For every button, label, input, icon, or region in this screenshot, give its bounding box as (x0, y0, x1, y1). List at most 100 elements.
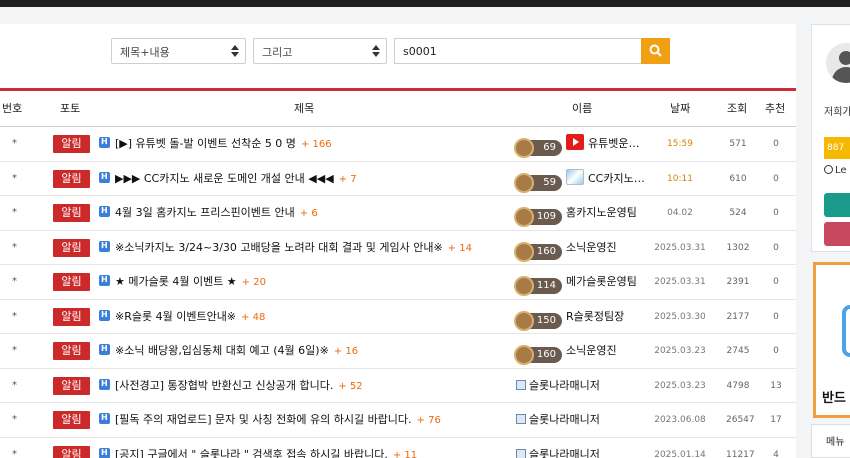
post-title-link[interactable]: ※R슬롯 4월 이벤트안내※ + 48 (99, 298, 265, 334)
board-panel: 제목+내용 그리고 번호 포토 제목 이름 날짜 조회 추천 * 알림 [▶] 유튜… (0, 24, 796, 458)
post-date: 2025.03.23 (654, 380, 706, 391)
post-title: ※소닉 배당왕,입심동체 대회 예고 (4월 6일)※ (115, 344, 329, 357)
post-date: 2025.03.23 (654, 346, 706, 356)
table-body: * 알림 [▶] 유튜벳 돌-발 이벤트 선착순 5 0 명 + 166 69 유튜벳운…… (0, 125, 796, 458)
level-number: 150 (536, 314, 556, 326)
table-row[interactable]: * 알림 ※R슬롯 4월 이벤트안내※ + 48 150 R슬롯정팀장 2025.03.30… (0, 298, 796, 334)
author-link[interactable]: 슬롯나라매니저 (516, 403, 600, 437)
table-row[interactable]: * 알림 [사전경고] 통장협박 반환신고 신상공개 합니다. + 52 슬롯나라매니저… (0, 367, 796, 403)
member-avatar-icon (566, 168, 584, 185)
view-count: 26547 (726, 415, 755, 425)
post-number: * (12, 241, 17, 253)
notice-badge: 알림 (53, 342, 90, 360)
search-bar: 제목+내용 그리고 (0, 24, 796, 78)
level-number: 114 (536, 280, 556, 291)
post-date: 15:59 (667, 139, 693, 149)
author-link[interactable]: 69 유튜벳운… (514, 127, 639, 161)
post-title-link[interactable]: [▶] 유튜벳 돌-발 이벤트 선착순 5 0 명 + 166 (99, 125, 332, 161)
post-title: ※소닉카지노 3/24~3/30 고배당을 노려라 대회 결과 및 게임사 안내… (115, 240, 443, 254)
post-number: * (12, 414, 17, 425)
view-count: 524 (729, 208, 747, 218)
header-views: 조회 (727, 102, 748, 115)
author-name: 소닉운영진 (566, 344, 617, 357)
search-field-select[interactable]: 제목+내용 (111, 38, 246, 64)
notice-badge: 알림 (53, 376, 90, 395)
level-gem-icon (514, 138, 534, 158)
post-date: 10:11 (667, 173, 693, 184)
view-count: 610 (729, 173, 747, 184)
view-count: 11217 (726, 449, 755, 458)
author-link[interactable]: 109 홈카지노운영팀 (514, 196, 637, 230)
post-date: 2025.01.14 (654, 449, 706, 458)
ad-banner[interactable]: 반드 (813, 262, 850, 418)
level-badge: 69 (514, 138, 562, 158)
author-link[interactable]: 160 소닉운영진 (514, 334, 617, 368)
level-number: 69 (543, 142, 556, 153)
author-link[interactable]: 114 메가슬롯운영팀 (514, 265, 637, 299)
level-gem-icon (514, 207, 534, 227)
comment-count: + 76 (416, 415, 441, 426)
image-icon (516, 379, 526, 390)
image-icon (516, 414, 526, 424)
post-title-link[interactable]: ※소닉카지노 3/24~3/30 고배당을 노려라 대회 결과 및 게임사 안내… (99, 229, 472, 265)
register-button[interactable] (824, 222, 850, 246)
search-input[interactable] (394, 38, 642, 64)
post-date: 2023.06.08 (654, 415, 706, 425)
author-name: 소닉운영진 (566, 240, 617, 254)
table-row[interactable]: * 알림 [필독 주의 재업로드] 문자 및 사칭 전화에 유의 하시길 바랍니다.… (0, 401, 796, 438)
post-title-link[interactable]: ★ 메가슬롯 4월 이벤트 ★ + 20 (99, 263, 266, 299)
post-title-link[interactable]: [사전경고] 통장협박 반환신고 신상공개 합니다. + 52 (99, 367, 363, 403)
top-bar (0, 0, 850, 7)
recommend-count: 4 (773, 449, 779, 458)
table-row[interactable]: * 알림 ※소닉카지노 3/24~3/30 고배당을 노려라 대회 결과 및 게임사… (0, 229, 796, 265)
level-gem-icon (514, 172, 534, 193)
author-name: 슬롯나라매니저 (529, 378, 600, 392)
level-badge: 160 (514, 241, 562, 262)
table-row[interactable]: * 알림 [▶] 유튜벳 돌-발 이벤트 선착순 5 0 명 + 166 69 유튜벳운…… (0, 125, 796, 162)
comment-count: + 14 (447, 242, 472, 254)
level-badge: 59 (514, 172, 562, 193)
recommend-count: 0 (773, 277, 779, 287)
level-number: 109 (536, 211, 556, 222)
post-number: * (12, 172, 17, 184)
post-title: 4월 3일 홈카지노 프리스핀이벤트 안내 (115, 206, 295, 219)
post-table: 번호 포토 제목 이름 날짜 조회 추천 * 알림 [▶] 유튜벳 돌-발 이벤트 … (0, 88, 796, 458)
notice-badge: 알림 (53, 273, 90, 291)
post-title-link[interactable]: ▶▶▶ CC카지노 새로운 도메인 개설 안내 ◀◀◀ + 7 (99, 160, 357, 196)
post-number: * (12, 138, 17, 149)
recommend-count: 17 (770, 415, 782, 425)
post-title-link[interactable]: ※소닉 배당왕,입심동체 대회 예고 (4월 6일)※ + 16 (99, 332, 358, 368)
search-icon (649, 44, 662, 57)
post-title-link[interactable]: 4월 3일 홈카지노 프리스핀이벤트 안내 + 6 (99, 194, 318, 230)
comment-count: + 6 (299, 208, 318, 219)
author-link[interactable]: 슬롯나라매니저 (516, 369, 600, 403)
search-button[interactable] (641, 38, 670, 64)
menu-box[interactable]: 메뉴 (811, 424, 850, 458)
table-row[interactable]: * 알림 ※소닉 배당왕,입심동체 대회 예고 (4월 6일)※ + 16 160 소닉운… (0, 332, 796, 369)
recommend-count: 0 (773, 346, 779, 356)
table-row[interactable]: * 알림 4월 3일 홈카지노 프리스핀이벤트 안내 + 6 109 홈카지노운영팀 04.… (0, 194, 796, 231)
user-name: Le (835, 165, 847, 176)
search-operator-select[interactable]: 그리고 (253, 38, 387, 64)
login-button[interactable] (824, 193, 850, 217)
table-row[interactable]: * 알림 [공지] 구글에서 " 슬롯나라 " 검색후 접속 하시길 바랍니다. + … (0, 436, 796, 458)
post-number: * (12, 310, 17, 322)
post-number: * (12, 448, 17, 458)
comment-count: + 52 (338, 380, 363, 392)
recommend-count: 13 (770, 380, 782, 391)
author-link[interactable]: 160 소닉운영진 (514, 231, 617, 265)
author-link[interactable]: 슬롯나라매니저 (516, 438, 600, 458)
author-link[interactable]: 59 CC카지노… (514, 162, 645, 196)
post-date: 2025.03.30 (654, 311, 706, 322)
table-row[interactable]: * 알림 ▶▶▶ CC카지노 새로운 도메인 개설 안내 ◀◀◀ + 7 59 CC카지노… (0, 160, 796, 196)
post-title: [사전경고] 통장협박 반환신고 신상공개 합니다. (115, 378, 334, 392)
post-title-link[interactable]: [공지] 구글에서 " 슬롯나라 " 검색후 접속 하시길 바랍니다. + 11 (99, 436, 417, 458)
recommend-count: 0 (773, 311, 779, 322)
post-title: [▶] 유튜벳 돌-발 이벤트 선착순 5 0 명 (115, 137, 296, 150)
user-label[interactable]: Le (824, 165, 847, 176)
level-number: 160 (536, 245, 556, 257)
recommend-count: 0 (773, 139, 779, 149)
table-row[interactable]: * 알림 ★ 메가슬롯 4월 이벤트 ★ + 20 114 메가슬롯운영팀 2025.03.… (0, 263, 796, 300)
author-link[interactable]: 150 R슬롯정팀장 (514, 300, 624, 334)
post-title-link[interactable]: [필독 주의 재업로드] 문자 및 사칭 전화에 유의 하시길 바랍니다. + 7… (99, 401, 441, 437)
